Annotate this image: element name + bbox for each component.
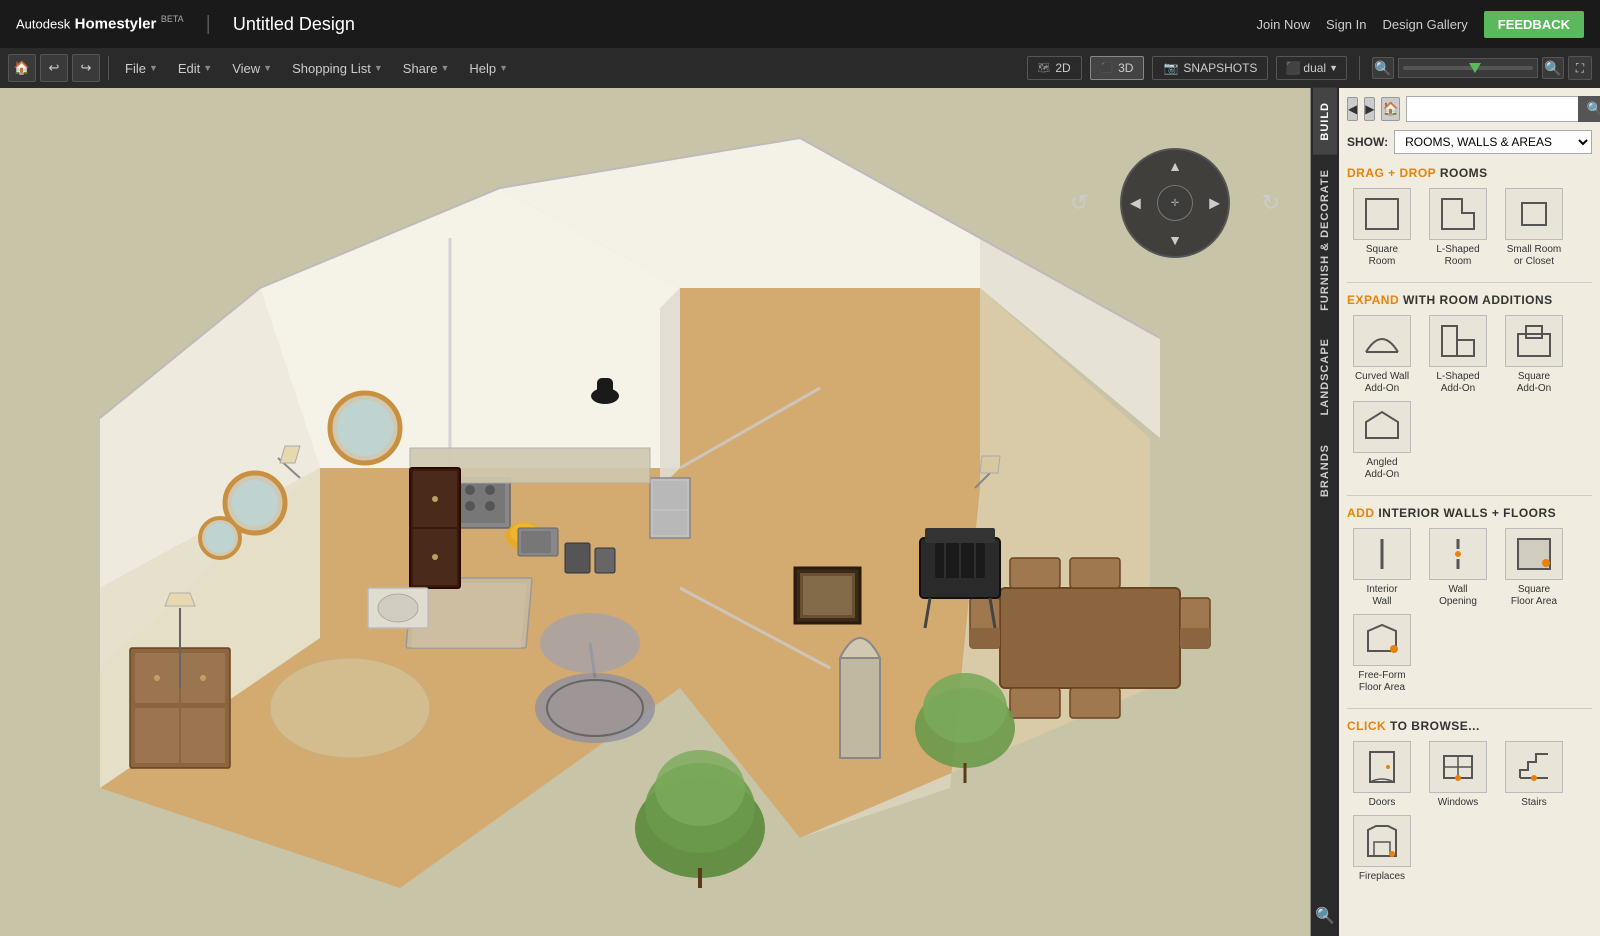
stairs-icon [1505,741,1563,793]
windows-icon [1429,741,1487,793]
divider-1 [1347,282,1592,283]
square-floor-item[interactable]: SquareFloor Area [1499,528,1569,608]
tab-landscape[interactable]: LANDSCAPE [1313,324,1337,429]
wall-opening-item[interactable]: WallOpening [1423,528,1493,608]
nav-right-button[interactable]: ▶ [1209,195,1220,212]
sign-in-link[interactable]: Sign In [1326,17,1366,32]
separator-2 [1359,56,1360,80]
square-floor-icon [1505,528,1563,580]
sidebar-content: ◀ ▶ 🏠 🔍 SHOW: ROOMS, WALLS & AREAS FLOOR… [1339,88,1600,936]
doors-item[interactable]: Doors [1347,741,1417,809]
wall-opening-icon [1429,528,1487,580]
square-addition-item[interactable]: SquareAdd-On [1499,315,1569,395]
tab-build[interactable]: BUILD [1313,88,1337,155]
show-label: SHOW: [1347,135,1388,149]
sidebar-navigation: ◀ ▶ 🏠 🔍 [1347,96,1592,122]
interior-wall-icon [1353,528,1411,580]
join-now-link[interactable]: Join Now [1257,17,1310,32]
divider-3 [1347,708,1592,709]
nav-up-button[interactable]: ▲ [1168,158,1182,174]
right-sidebar: BUILD FURNISH & DECORATE LANDSCAPE BRAND… [1310,88,1600,936]
redo-button[interactable]: ↪ [72,54,100,82]
forward-button[interactable]: ▶ [1364,97,1375,121]
sidebar-tabs: BUILD FURNISH & DECORATE LANDSCAPE BRAND… [1311,88,1339,936]
l-shaped-room-item[interactable]: L-ShapedRoom [1423,188,1493,268]
toolbar: 🏠 ↩ ↪ File▼ Edit▼ View▼ Shopping List▼ S… [0,48,1600,88]
divider-2 [1347,495,1592,496]
top-right-links: Join Now Sign In Design Gallery FEEDBACK [1257,11,1584,38]
browse-title: CLICK TO BROWSE... [1347,719,1592,733]
interior-wall-item[interactable]: InteriorWall [1347,528,1417,608]
l-addition-item[interactable]: L-ShapedAdd-On [1423,315,1493,395]
undo-button[interactable]: ↩ [40,54,68,82]
tab-brands[interactable]: BRANDS [1313,430,1337,511]
windows-item[interactable]: Windows [1423,741,1493,809]
l-shaped-room-icon [1429,188,1487,240]
search-go-button[interactable]: 🔍 [1578,96,1600,122]
help-menu[interactable]: Help▼ [461,57,516,80]
angled-addition-icon [1353,401,1411,453]
stairs-item[interactable]: Stairs [1499,741,1569,809]
dual-button[interactable]: ⬛ dual ▼ [1276,56,1347,80]
tab-furnish-decorate[interactable]: FURNISH & DECORATE [1313,155,1337,325]
3d-canvas[interactable]: ▲ ▼ ◀ ▶ ✛ ↺ ↻ [0,88,1310,936]
square-room-item[interactable]: SquareRoom [1347,188,1417,268]
nav-down-button[interactable]: ▼ [1168,232,1182,248]
freeform-floor-icon [1353,614,1411,666]
fullscreen-button[interactable]: ⛶ [1568,56,1592,80]
l-addition-icon [1429,315,1487,367]
browse-grid: Doors Windows [1347,741,1592,883]
angled-addition-item[interactable]: AngledAdd-On [1347,401,1417,481]
additions-grid: Curved WallAdd-On L-ShapedAdd-On SquareA… [1347,315,1592,481]
design-gallery-link[interactable]: Design Gallery [1383,17,1468,32]
shopping-list-menu[interactable]: Shopping List▼ [284,57,391,80]
top-bar: Autodesk Homestyler BETA | Untitled Desi… [0,0,1600,48]
interior-grid: InteriorWall WallOpening SquareFloor Are… [1347,528,1592,694]
curved-wall-item[interactable]: Curved WallAdd-On [1347,315,1417,395]
nav-left-button[interactable]: ◀ [1130,195,1141,212]
zoom-out-button[interactable]: 🔍 [1372,57,1394,79]
doors-icon [1353,741,1411,793]
show-dropdown: SHOW: ROOMS, WALLS & AREAS FLOOR PLAN FU… [1347,130,1592,154]
rotate-right-button[interactable]: ↻ [1262,190,1280,216]
rooms-grid: SquareRoom L-ShapedRoom Small Roomor Clo… [1347,188,1592,268]
expand-title: EXPAND WITH ROOM ADDITIONS [1347,293,1592,307]
small-room-item[interactable]: Small Roomor Closet [1499,188,1569,268]
view-3d-button[interactable]: ⬛ 3D [1090,56,1145,80]
file-menu[interactable]: File▼ [117,57,166,80]
view-2d-button[interactable]: 🗺 2D [1027,56,1082,80]
design-title: Untitled Design [233,14,355,35]
autodesk-logo: Autodesk Homestyler BETA [16,14,184,33]
zoom-controls: 🔍 🔍 ⛶ [1372,56,1592,80]
drag-rooms-title: DRAG + DROP ROOMS [1347,166,1592,180]
fireplaces-item[interactable]: Fireplaces [1347,815,1417,883]
square-addition-icon [1505,315,1563,367]
square-room-icon [1353,188,1411,240]
toolbar-right: 🗺 2D ⬛ 3D 📷 SNAPSHOTS ⬛ dual ▼ 🔍 🔍 ⛶ [1027,56,1592,80]
curved-wall-icon [1353,315,1411,367]
view-menu[interactable]: View▼ [224,57,280,80]
nav-ring: ▲ ▼ ◀ ▶ ✛ [1120,148,1230,258]
small-room-icon [1505,188,1563,240]
edit-menu[interactable]: Edit▼ [170,57,220,80]
share-menu[interactable]: Share▼ [395,57,458,80]
show-select[interactable]: ROOMS, WALLS & AREAS FLOOR PLAN FULL HOU… [1394,130,1592,154]
separator [108,56,109,80]
home-toolbar-button[interactable]: 🏠 [8,54,36,82]
back-button[interactable]: ◀ [1347,97,1358,121]
freeform-floor-item[interactable]: Free-FormFloor Area [1347,614,1417,694]
rotate-left-button[interactable]: ↺ [1070,190,1088,216]
zoom-in-button[interactable]: 🔍 [1542,57,1564,79]
search-input[interactable] [1406,96,1578,122]
snapshots-button[interactable]: 📷 SNAPSHOTS [1152,56,1268,80]
logo-area: Autodesk Homestyler BETA | Untitled Desi… [16,13,355,36]
navigation-controls: ▲ ▼ ◀ ▶ ✛ ↺ ↻ [1100,148,1250,258]
search-container: 🔍 [1406,96,1600,122]
interior-title: ADD INTERIOR WALLS + FLOORS [1347,506,1592,520]
home-button[interactable]: 🏠 [1381,97,1399,121]
fireplaces-icon [1353,815,1411,867]
nav-center: ✛ [1157,185,1193,221]
feedback-button[interactable]: FEEDBACK [1484,11,1584,38]
main-area: ▲ ▼ ◀ ▶ ✛ ↺ ↻ BUILD FURNISH & DECORATE L… [0,88,1600,936]
